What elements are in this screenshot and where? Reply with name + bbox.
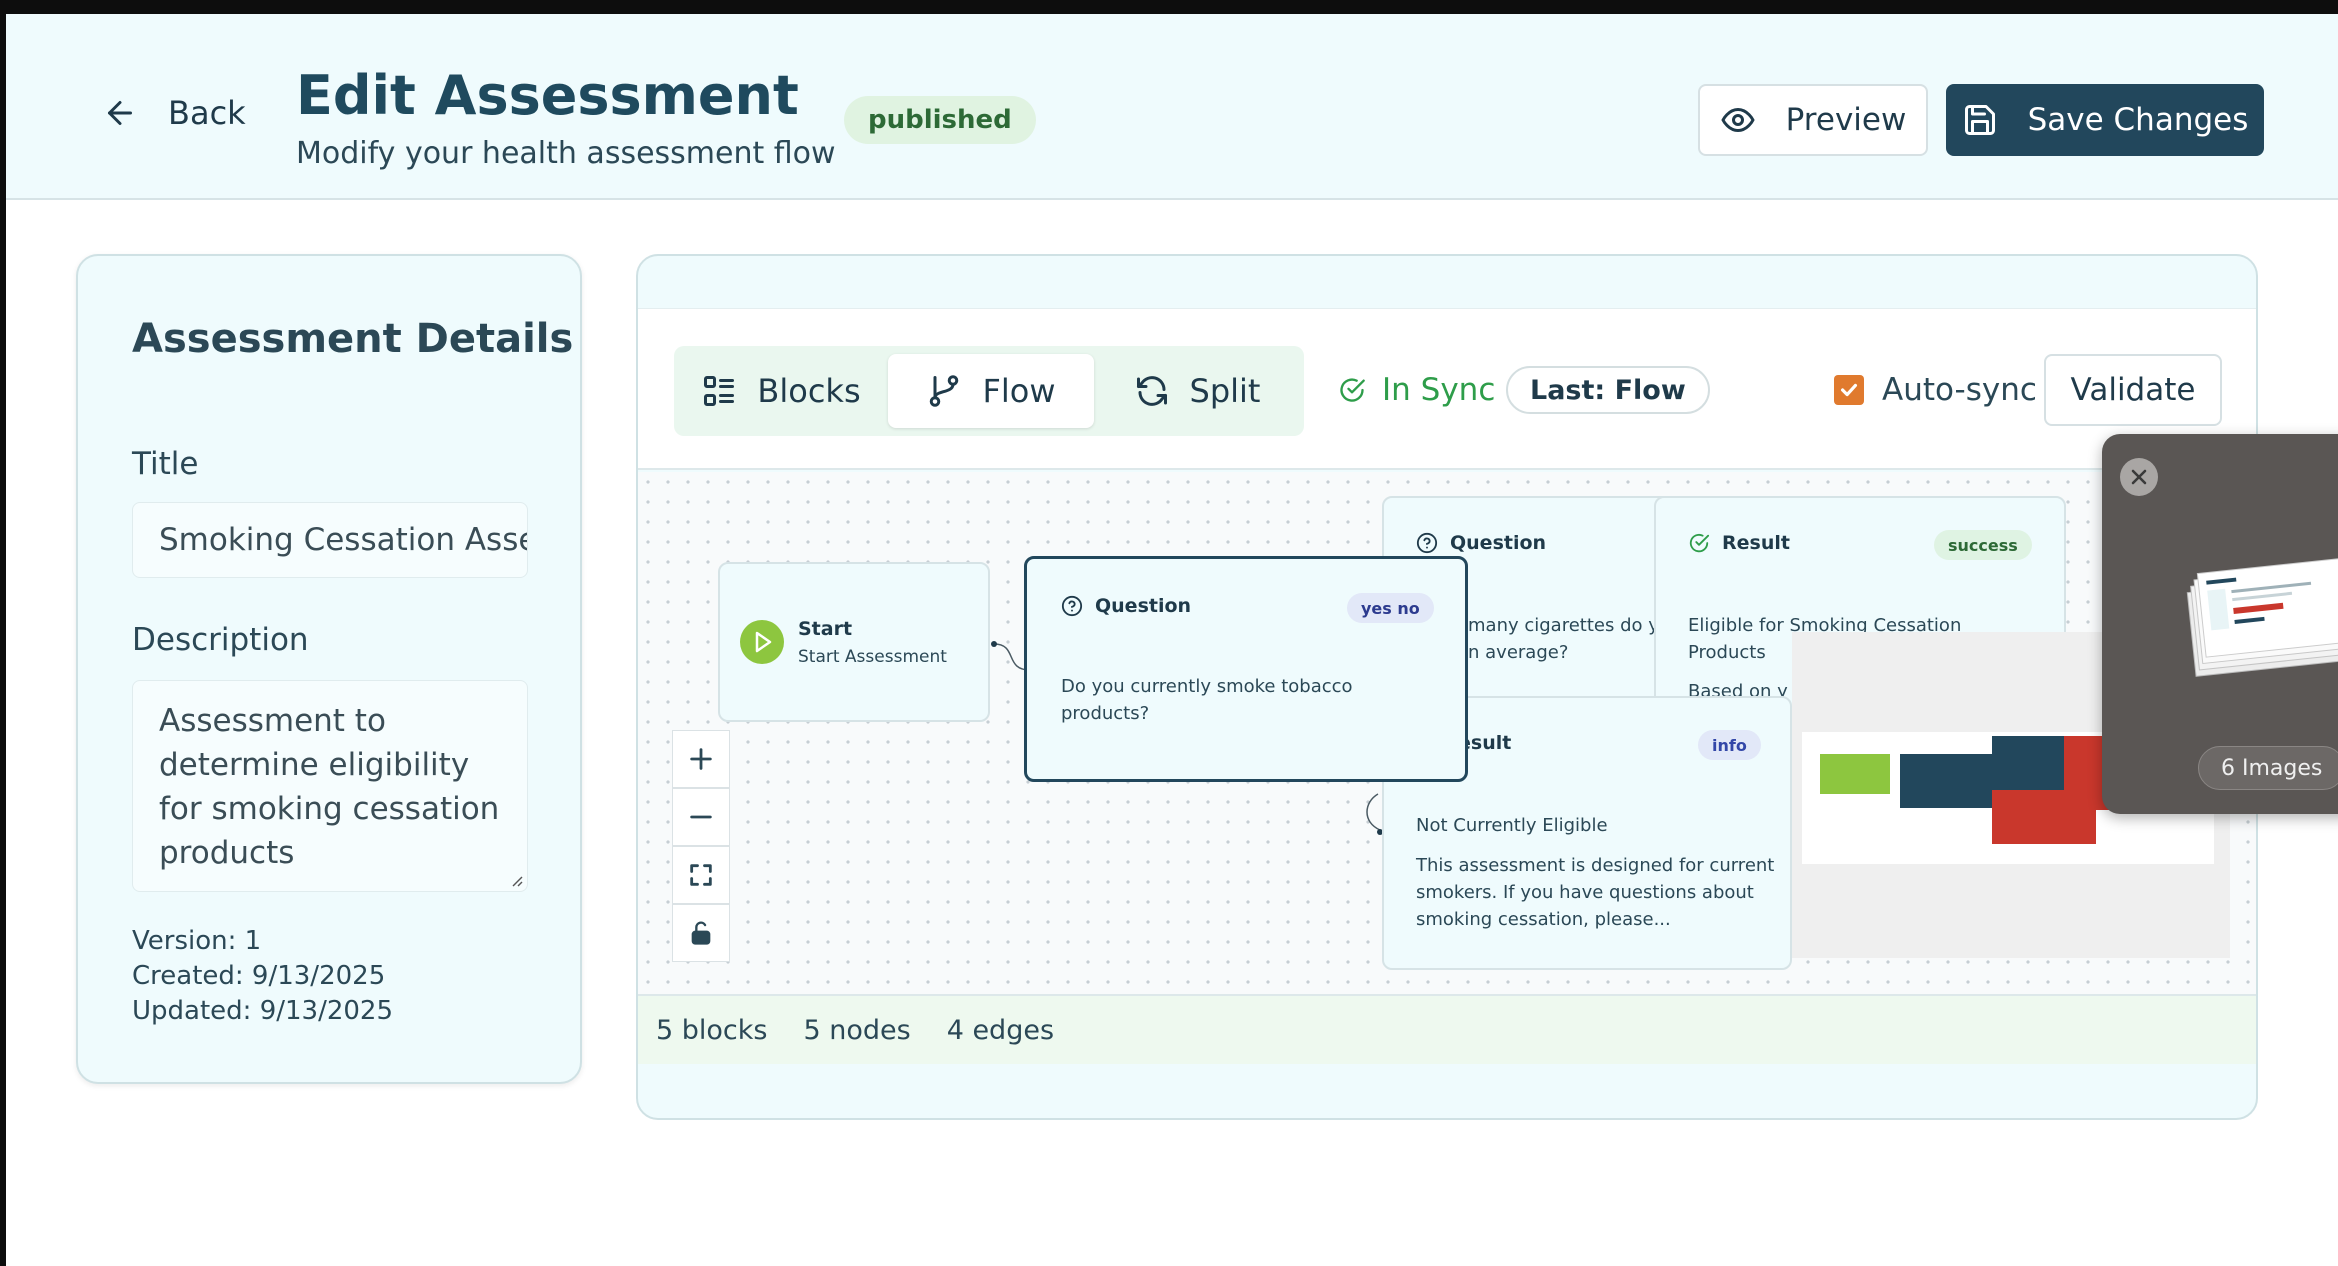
start-node[interactable]: Start Start Assessment — [718, 562, 990, 722]
question-node-main[interactable]: Question yes no Do you currently smoke t… — [1024, 556, 1468, 782]
save-label: Save Changes — [2027, 102, 2249, 138]
validate-button[interactable]: Validate — [2044, 354, 2222, 426]
question-node-2-text-1: many cigarettes do yo — [1468, 615, 1670, 636]
sync-status-text: In Sync — [1382, 372, 1496, 408]
edges-count: 4 edges — [946, 1014, 1055, 1046]
floating-images-preview[interactable]: 6 Images — [2102, 434, 2338, 814]
nodes-count: 5 nodes — [803, 1014, 911, 1046]
result-node-info-text: Not Currently Eligible — [1416, 815, 1608, 836]
image-stack-thumbnail — [2186, 552, 2338, 677]
preview-red-block-2 — [1992, 790, 2096, 844]
blocks-icon — [704, 376, 735, 406]
title-label: Title — [132, 446, 199, 482]
tab-split-label: Split — [1189, 372, 1261, 410]
close-button[interactable] — [2120, 458, 2158, 496]
version-text: Version: 1 — [132, 926, 262, 956]
autosync-label: Auto-sync — [1882, 372, 2037, 408]
zoom-out-button[interactable] — [672, 788, 730, 846]
view-mode-tabs: Blocks Flow Split — [674, 346, 1304, 436]
status-badge: published — [844, 96, 1036, 144]
sync-status: In Sync — [1338, 372, 1495, 408]
updated-text: Updated: 9/13/2025 — [132, 996, 394, 1026]
title-input[interactable]: Smoking Cessation Assessment — [132, 502, 528, 578]
tab-flow-label: Flow — [982, 372, 1056, 410]
result-node-success-header: Result — [1688, 532, 1790, 554]
window-left-edge — [0, 14, 6, 1266]
play-icon — [740, 620, 784, 664]
check-circle-icon — [1689, 533, 1710, 553]
close-icon — [2131, 469, 2147, 485]
flow-editor-panel: Blocks Flow Split In Sync Last: Flow Aut… — [636, 254, 2258, 1120]
minus-icon — [690, 815, 712, 819]
save-icon — [1964, 105, 1995, 135]
eye-icon — [1721, 108, 1755, 132]
question-node-2-text-2: n average? — [1468, 642, 1569, 663]
description-label: Description — [132, 622, 309, 658]
help-circle-icon — [1416, 532, 1438, 554]
editor-footer: 5 blocks 5 nodes 4 edges — [638, 994, 2256, 1064]
preview-dark-block-1 — [1900, 754, 2004, 808]
lock-button[interactable] — [672, 904, 730, 962]
zoom-in-button[interactable] — [672, 730, 730, 788]
window-top-bar — [0, 0, 2338, 14]
tab-flow[interactable]: Flow — [888, 354, 1094, 428]
help-circle-icon — [1061, 595, 1083, 617]
tab-split[interactable]: Split — [1102, 354, 1292, 428]
preview-dark-block-2 — [1992, 736, 2064, 790]
start-node-title: Start — [798, 618, 853, 640]
preview-green-block — [1820, 754, 1890, 794]
fit-view-button[interactable] — [672, 846, 730, 904]
preview-button[interactable]: Preview — [1698, 84, 1928, 156]
plus-icon — [690, 748, 712, 770]
flow-canvas[interactable]: Start Start Assessment Question many cig… — [638, 472, 2256, 994]
check-circle-icon — [1340, 378, 1365, 402]
flow-icon — [930, 375, 959, 407]
result-node-success-title: Result — [1722, 532, 1790, 554]
result-info-badge: info — [1698, 730, 1761, 760]
tab-blocks[interactable]: Blocks — [682, 354, 880, 428]
autosync-toggle[interactable]: Auto-sync — [1834, 372, 2037, 408]
page-header: Back Edit Assessment Modify your health … — [6, 14, 2338, 200]
tab-blocks-label: Blocks — [757, 372, 861, 410]
description-text: Assessment to determine eligibility for … — [159, 703, 500, 871]
question-node-main-title: Question — [1095, 595, 1192, 617]
created-text: Created: 9/13/2025 — [132, 961, 386, 991]
last-sync-badge: Last: Flow — [1506, 366, 1710, 414]
back-label: Back — [168, 94, 246, 132]
assessment-details-panel: Assessment Details Title Smoking Cessati… — [76, 254, 582, 1084]
autosync-checkbox[interactable] — [1834, 375, 1864, 405]
question-type-badge: yes no — [1347, 593, 1434, 623]
preview-label: Preview — [1785, 102, 1907, 138]
details-heading: Assessment Details — [132, 316, 574, 362]
question-node-main-text: Do you currently smoke tobacco products? — [1061, 676, 1353, 724]
page-title: Edit Assessment — [296, 64, 799, 127]
images-count-badge: 6 Images — [2198, 746, 2338, 790]
unlock-icon — [691, 921, 711, 945]
resize-handle-icon[interactable] — [509, 873, 523, 887]
question-node-main-header: Question — [1061, 595, 1191, 617]
result-success-badge: success — [1934, 530, 2032, 560]
back-button[interactable]: Back — [102, 94, 246, 132]
arrow-left-icon — [108, 101, 132, 125]
question-node-2-title: Question — [1450, 532, 1547, 554]
split-icon — [1136, 376, 1167, 406]
check-icon — [1840, 383, 1858, 397]
question-node-2-header: Question — [1416, 532, 1546, 554]
page-subtitle: Modify your health assessment flow — [296, 136, 836, 171]
result-node-info-detail: This assessment is designed for current … — [1416, 855, 1775, 930]
fullscreen-icon — [690, 864, 712, 886]
description-textarea[interactable]: Assessment to determine eligibility for … — [132, 680, 528, 892]
start-node-subtitle: Start Assessment — [798, 647, 947, 667]
save-changes-button[interactable]: Save Changes — [1946, 84, 2264, 156]
assessment-meta: Version: 1 Created: 9/13/2025 Updated: 9… — [132, 924, 393, 1029]
blocks-count: 5 blocks — [656, 1014, 768, 1046]
